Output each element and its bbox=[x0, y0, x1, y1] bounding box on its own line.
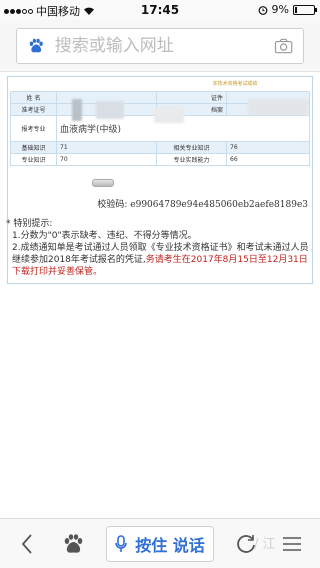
menu-button[interactable] bbox=[280, 531, 304, 557]
notes-title: * 特别提示: bbox=[6, 219, 53, 229]
back-chevron-icon bbox=[21, 534, 32, 554]
professional-knowledge-label: 专业知识 bbox=[10, 153, 57, 166]
page-content: 本技术资格考试成绩 姓 名 证件 准考证号 档案 报考专业 血液病学(中级) 基… bbox=[0, 72, 320, 528]
certificate-header: 本技术资格考试成绩 bbox=[212, 81, 258, 87]
menu-icon bbox=[283, 537, 301, 551]
baidu-logo-icon[interactable] bbox=[27, 34, 45, 58]
practice-ability-label: 专业实践能力 bbox=[156, 153, 227, 166]
search-bar bbox=[0, 20, 320, 72]
table-row: 基础知识 71 相关专业知识 76 bbox=[10, 141, 310, 154]
voice-input-label: 按住 说话 bbox=[135, 536, 205, 555]
practice-ability-score: 66 bbox=[226, 153, 310, 166]
voice-input-button[interactable]: 按住 说话 bbox=[106, 526, 214, 562]
basic-knowledge-score: 71 bbox=[56, 141, 157, 154]
battery-icon bbox=[293, 4, 317, 15]
watermark: / 江 bbox=[254, 537, 276, 552]
redacted-block bbox=[248, 99, 308, 115]
related-knowledge-label: 相关专业知识 bbox=[156, 141, 227, 154]
status-right: 9% bbox=[258, 3, 317, 16]
admission-label: 准考证号 bbox=[10, 103, 57, 116]
basic-knowledge-label: 基础知识 bbox=[10, 141, 57, 154]
verify-label: 校验码: bbox=[97, 200, 128, 210]
microphone-icon bbox=[115, 535, 128, 552]
home-button[interactable] bbox=[58, 531, 88, 557]
search-input[interactable] bbox=[54, 36, 274, 56]
redacted-block bbox=[154, 107, 184, 123]
battery-percent: 9% bbox=[271, 3, 289, 16]
verify-code: e99064789e94e485060eb2aefe8189e3 bbox=[130, 200, 308, 210]
special-notes: * 特别提示: 1.分数为"0"表示缺考、违纪、不得分等情况。 2.成绩通知单是… bbox=[6, 218, 316, 278]
name-label: 姓 名 bbox=[10, 91, 57, 104]
table-row: 专业知识 70 专业实践能力 66 bbox=[10, 153, 310, 166]
alarm-icon bbox=[258, 5, 267, 15]
baidu-paw-icon bbox=[64, 534, 83, 553]
notes-item-2: 2.成绩通知单是考试通过人员领取《专业技术资格证书》和考试未通过人员继续参加20… bbox=[6, 242, 316, 278]
major-label: 报考专业 bbox=[10, 115, 57, 142]
bottom-toolbar: 按住 说话 / 江 bbox=[0, 518, 320, 568]
related-knowledge-score: 76 bbox=[226, 141, 310, 154]
back-button[interactable] bbox=[14, 531, 40, 557]
camera-icon[interactable] bbox=[274, 35, 293, 57]
redacted-block bbox=[72, 99, 82, 121]
id-label: 证件 bbox=[156, 91, 227, 104]
search-box[interactable] bbox=[16, 28, 304, 64]
print-button[interactable] bbox=[92, 179, 114, 187]
verification-code: 校验码: e99064789e94e485060eb2aefe8189e3 bbox=[8, 197, 312, 210]
notes-item-1: 1.分数为"0"表示缺考、违纪、不得分等情况。 bbox=[12, 231, 197, 241]
status-bar: 中国移动 17:45 9% bbox=[0, 0, 320, 20]
redacted-block bbox=[96, 101, 124, 119]
professional-knowledge-score: 70 bbox=[56, 153, 157, 166]
